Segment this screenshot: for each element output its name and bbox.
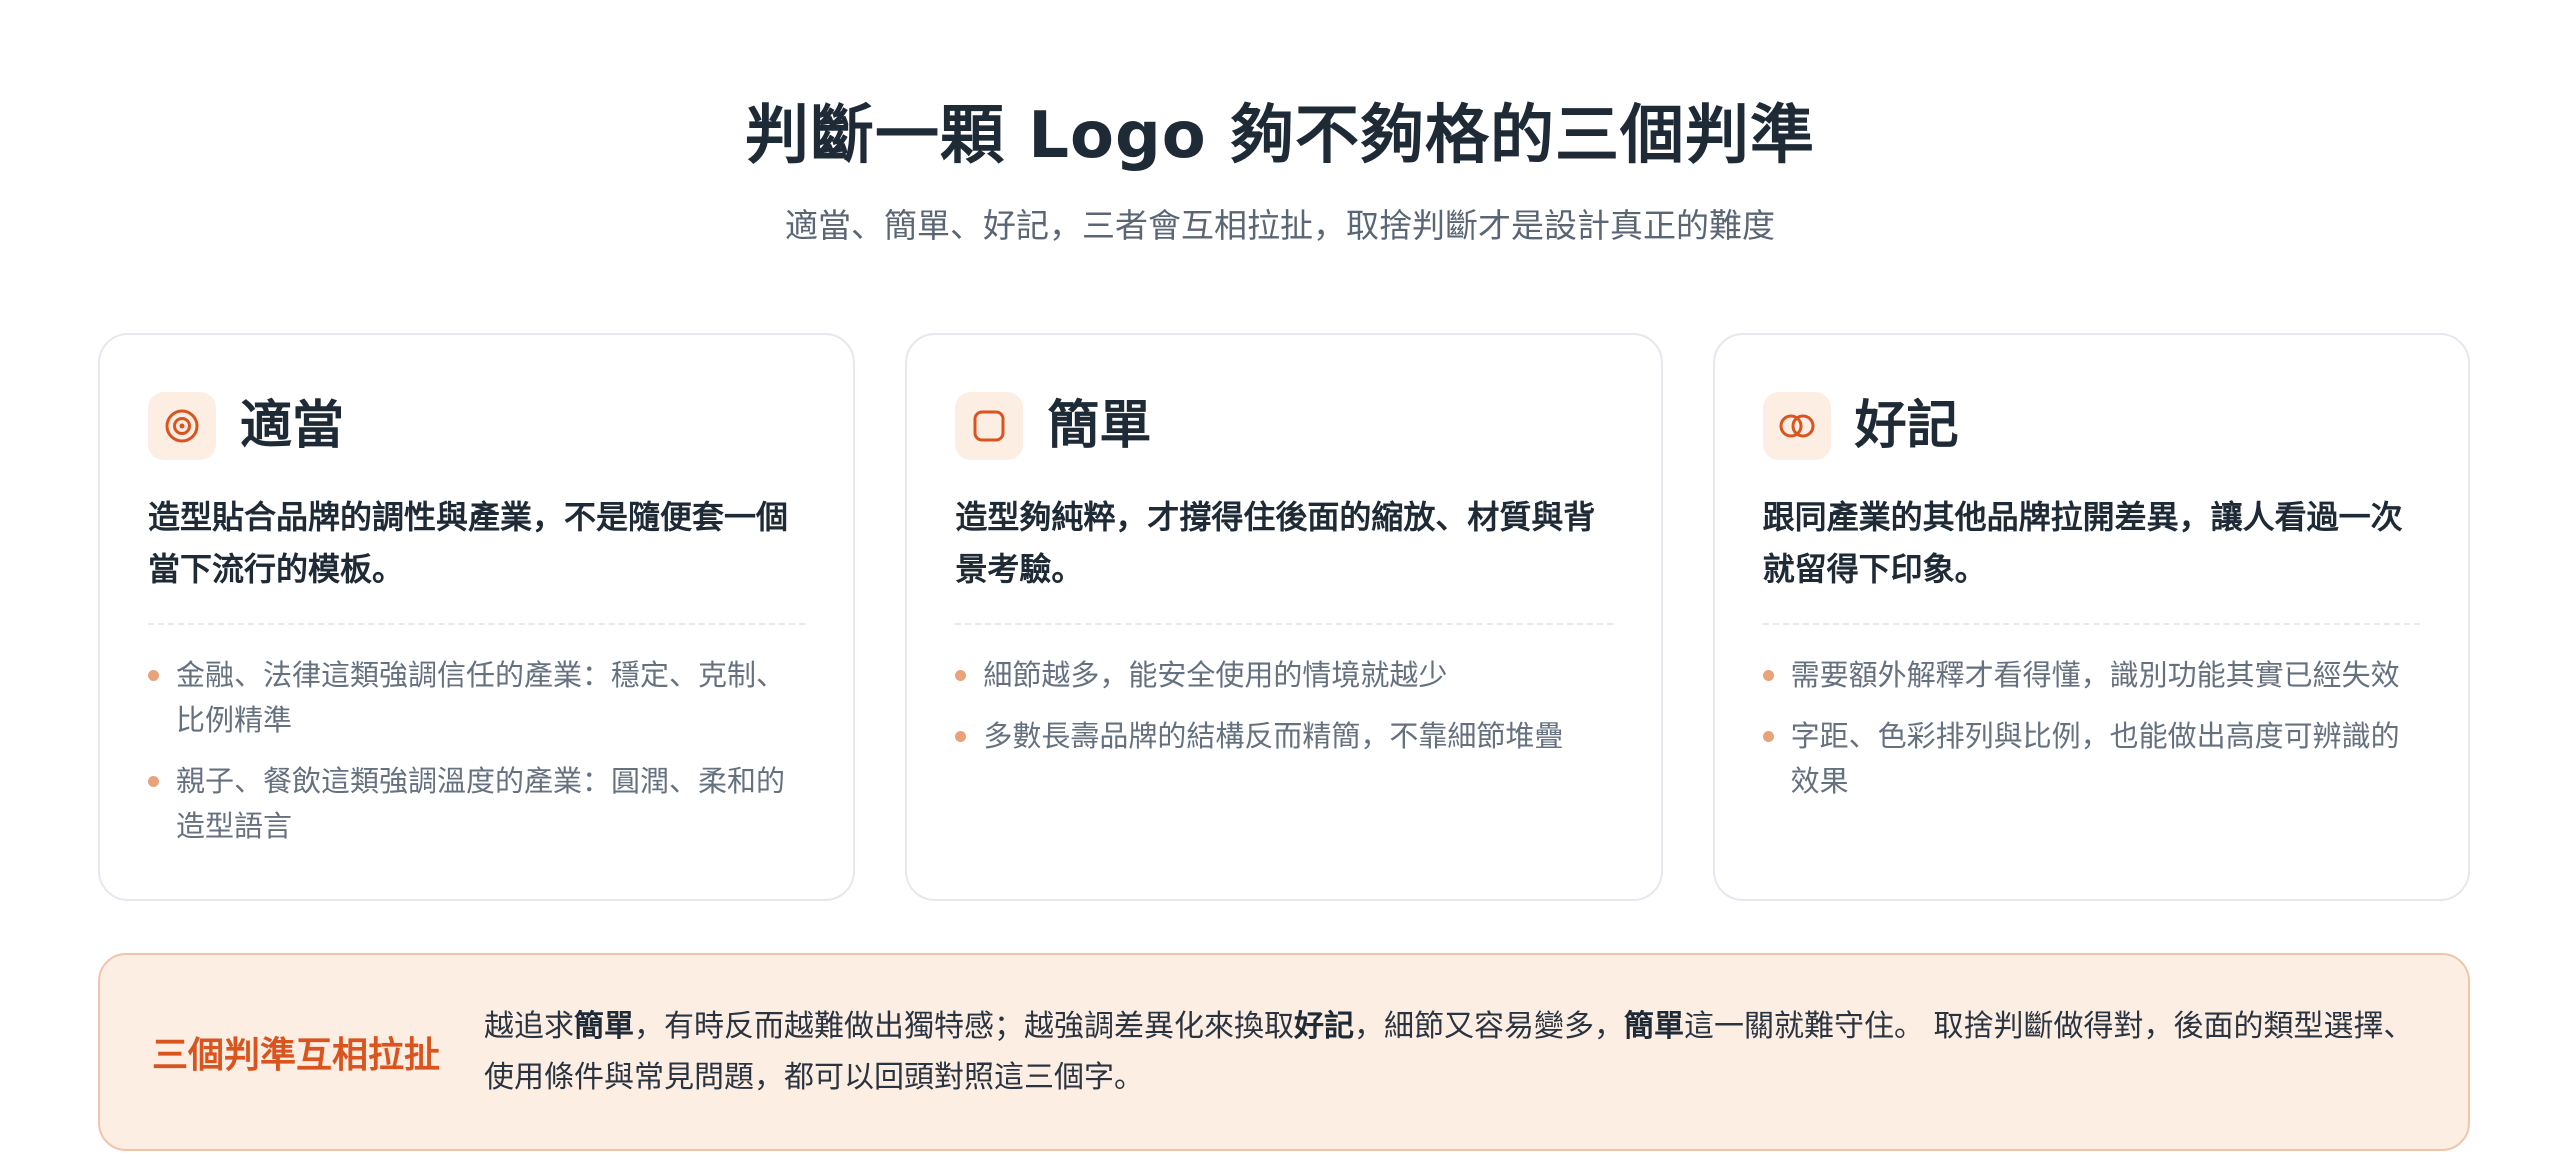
bullet-item: 細節越多，能安全使用的情境就越少 [955, 653, 1612, 698]
bullet-list: 細節越多，能安全使用的情境就越少 多數長壽品牌的結構反而精簡，不靠細節堆疊 [955, 653, 1612, 759]
rounded-square-icon [955, 392, 1024, 460]
bullet-item: 金融、法律這類強調信任的產業：穩定、克制、比例精準 [148, 653, 805, 743]
criterion-card-simple: 簡單 造型夠純粹，才撐得住後面的縮放、材質與背景考驗。 細節越多，能安全使用的情… [905, 333, 1663, 901]
bullet-item: 親子、餐飲這類強調溫度的產業：圓潤、柔和的造型語言 [148, 759, 805, 849]
card-divider [1762, 623, 2420, 625]
callout-emphasis: 簡單 [574, 1009, 634, 1044]
callout-emphasis: 好記 [1294, 1009, 1354, 1044]
card-header: 好記 [1762, 391, 2420, 461]
tension-callout: 三個判準互相拉扯 越追求簡單，有時反而越難做出獨特感；越強調差異化來換取好記，細… [98, 953, 2470, 1151]
callout-text: 越追求簡單，有時反而越難做出獨特感；越強調差異化來換取好記，細節又容易變多，簡單… [484, 1001, 2414, 1103]
bullet-item: 多數長壽品牌的結構反而精簡，不靠細節堆疊 [955, 714, 1612, 759]
card-lead: 造型夠純粹，才撐得住後面的縮放、材質與背景考驗。 [955, 498, 1596, 588]
card-header: 適當 [148, 391, 805, 461]
bullet-text: 親子、餐飲這類強調溫度的產業：圓潤、柔和的造型語言 [176, 764, 786, 843]
page: 判斷一顆 Logo 夠不夠格的三個判準 適當、簡單、好記，三者會互相拉扯，取捨判… [0, 0, 2560, 1172]
card-divider [148, 623, 806, 625]
bullet-item: 需要額外解釋才看得懂，識別功能其實已經失效 [1762, 653, 2420, 698]
bullet-dot [148, 776, 159, 787]
card-title: 簡單 [1047, 396, 1152, 456]
criterion-card-appropriate: 適當 造型貼合品牌的調性與產業，不是隨便套一個當下流行的模板。 金融、法律這類強… [98, 333, 856, 901]
bullet-list: 需要額外解釋才看得懂，識別功能其實已經失效 字距、色彩排列與比例，也能做出高度可… [1762, 653, 2420, 804]
interlocking-rings-icon [1762, 392, 1831, 460]
card-lead: 造型貼合品牌的調性與產業，不是隨便套一個當下流行的模板。 [148, 498, 789, 588]
criterion-card-memorable: 好記 跟同產業的其他品牌拉開差異，讓人看過一次就留得下印象。 需要額外解釋才看得… [1712, 333, 2470, 901]
page-title: 判斷一顆 Logo 夠不夠格的三個判準 [744, 99, 1816, 173]
card-header: 簡單 [955, 391, 1612, 461]
page-subtitle: 適當、簡單、好記，三者會互相拉扯，取捨判斷才是設計真正的難度 [785, 206, 1775, 245]
target-icon [148, 392, 216, 460]
callout-emphasis: 簡單 [1624, 1009, 1684, 1044]
callout-title: 三個判準互相拉扯 [152, 1035, 441, 1076]
criteria-cards: 適當 造型貼合品牌的調性與產業，不是隨便套一個當下流行的模板。 金融、法律這類強… [98, 333, 2470, 901]
bullet-text: 字距、色彩排列與比例，也能做出高度可辨識的效果 [1790, 719, 2400, 798]
callout-text-part: ，有時反而越難做出獨特感；越強調差異化來換取 [634, 1009, 1294, 1044]
bullet-text: 多數長壽品牌的結構反而精簡，不靠細節堆疊 [983, 719, 1564, 753]
bullet-item: 字距、色彩排列與比例，也能做出高度可辨識的效果 [1762, 714, 2420, 804]
bullet-list: 金融、法律這類強調信任的產業：穩定、克制、比例精準 親子、餐飲這類強調溫度的產業… [148, 653, 805, 849]
bullet-dot [148, 670, 159, 681]
bullet-dot [955, 731, 967, 742]
bullet-text: 需要額外解釋才看得懂，識別功能其實已經失效 [1790, 658, 2400, 692]
bullet-text: 細節越多，能安全使用的情境就越少 [983, 658, 1448, 692]
bullet-dot [1762, 731, 1774, 742]
card-title: 適當 [240, 396, 345, 456]
bullet-dot [1762, 670, 1774, 681]
card-title: 好記 [1854, 396, 1959, 456]
callout-text-part: 越追求 [484, 1009, 574, 1044]
bullet-dot [955, 670, 967, 681]
card-divider [955, 623, 1613, 625]
card-lead: 跟同產業的其他品牌拉開差異，讓人看過一次就留得下印象。 [1762, 498, 2403, 588]
callout-text-part: ，細節又容易變多， [1354, 1009, 1624, 1044]
bullet-text: 金融、法律這類強調信任的產業：穩定、克制、比例精準 [176, 658, 786, 737]
